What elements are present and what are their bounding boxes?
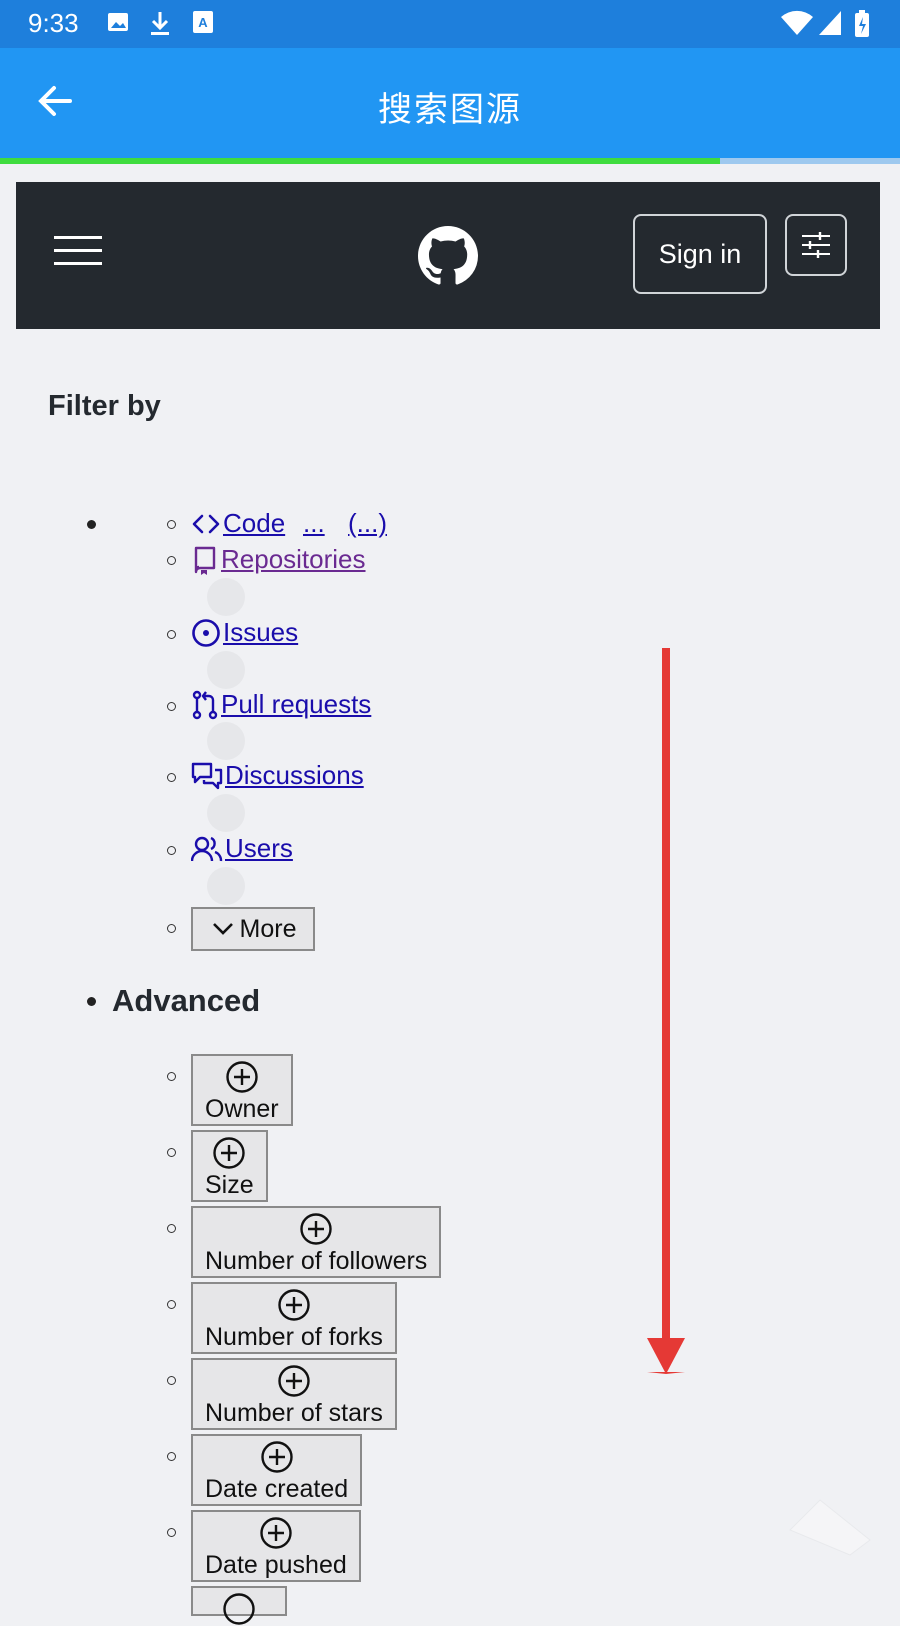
list-bullet xyxy=(167,630,176,639)
list-bullet xyxy=(167,1452,176,1461)
filter-item-label: Users xyxy=(225,833,293,863)
filter-item-label: Discussions xyxy=(225,760,364,790)
filter-item-code[interactable]: Code xyxy=(191,508,285,539)
list-bullet xyxy=(87,997,96,1006)
filter-item-issues[interactable]: Issues xyxy=(191,617,298,648)
placeholder-circle xyxy=(207,578,245,616)
qualifier-followers-button[interactable]: Number of followers xyxy=(191,1206,442,1278)
watermark-icon xyxy=(789,1499,871,1556)
placeholder-circle xyxy=(207,867,245,905)
filter-item-label: Pull requests xyxy=(221,689,372,719)
list-bullet xyxy=(167,556,176,565)
filter-item-label: Repositories xyxy=(221,544,366,574)
chevron-down-icon xyxy=(212,923,233,935)
download-icon xyxy=(151,12,169,35)
qualifier-label: Date created xyxy=(205,1475,349,1503)
qualifier-date-pushed-button[interactable]: Date pushed xyxy=(191,1510,361,1582)
people-icon xyxy=(191,836,223,861)
filter-by-heading: Filter by xyxy=(48,390,161,422)
qualifier-label: Number of forks xyxy=(205,1323,383,1351)
list-bullet xyxy=(167,846,176,855)
list-bullet xyxy=(87,520,96,529)
gallery-icon xyxy=(108,13,128,31)
page-title: 搜索图源 xyxy=(378,90,522,130)
list-bullet xyxy=(167,924,176,933)
list-bullet xyxy=(167,773,176,782)
sign-in-button[interactable]: Sign in xyxy=(633,214,767,294)
list-bullet xyxy=(167,1148,176,1157)
placeholder-circle xyxy=(207,722,245,760)
qualifier-label: Date pushed xyxy=(205,1551,347,1579)
list-bullet xyxy=(167,1072,176,1081)
filter-item-repositories[interactable]: Repositories xyxy=(191,544,366,575)
plus-circle-icon xyxy=(223,1593,255,1625)
github-logo-icon[interactable] xyxy=(418,226,478,286)
placeholder-circle xyxy=(207,794,245,832)
list-bullet xyxy=(167,1300,176,1309)
battery-icon xyxy=(855,10,869,37)
status-time: 9:33 xyxy=(28,8,79,38)
settings-button[interactable] xyxy=(785,214,847,276)
discussion-icon xyxy=(191,762,223,789)
plus-circle-icon xyxy=(226,1061,258,1093)
font-app-icon: A xyxy=(193,11,213,33)
status-bar: 9:33 A xyxy=(0,0,900,48)
wifi-icon xyxy=(781,10,813,35)
filter-item-discussions[interactable]: Discussions xyxy=(191,760,364,791)
issue-icon xyxy=(192,618,220,647)
scroll-down-arrow-icon xyxy=(647,648,685,1374)
advanced-heading: Advanced xyxy=(112,983,261,1018)
qualifier-label: Number of followers xyxy=(205,1247,428,1275)
list-bullet xyxy=(167,702,176,711)
app-bar: 搜索图源 xyxy=(0,48,900,158)
code-icon xyxy=(192,514,220,533)
list-bullet xyxy=(167,520,176,529)
code-count-ellipsis[interactable]: ... xyxy=(303,508,325,539)
plus-circle-icon xyxy=(260,1517,292,1549)
qualifier-forks-button[interactable]: Number of forks xyxy=(191,1282,397,1354)
loading-progress-fill xyxy=(0,158,720,164)
qualifier-owner-button[interactable]: Owner xyxy=(191,1054,293,1126)
pull-request-icon xyxy=(192,690,218,719)
qualifier-label: Size xyxy=(205,1171,254,1199)
plus-circle-icon xyxy=(278,1289,310,1321)
placeholder-circle xyxy=(207,651,245,689)
more-label: More xyxy=(239,914,297,943)
code-count[interactable]: (...) xyxy=(348,508,387,539)
filter-item-users[interactable]: Users xyxy=(191,833,293,864)
signal-icon xyxy=(819,11,841,35)
more-button[interactable]: More xyxy=(191,907,315,951)
qualifier-size-button[interactable]: Size xyxy=(191,1130,268,1202)
sliders-icon xyxy=(802,232,830,258)
plus-circle-icon xyxy=(260,1441,293,1473)
filter-item-pull-requests[interactable]: Pull requests xyxy=(191,689,371,720)
qualifier-stars-button[interactable]: Number of stars xyxy=(191,1358,397,1430)
github-header: Sign in xyxy=(16,182,880,329)
list-bullet xyxy=(167,1376,176,1385)
plus-circle-icon xyxy=(213,1137,246,1169)
svg-text:A: A xyxy=(198,15,208,30)
filter-item-label: Code xyxy=(223,508,286,538)
qualifier-date-created-button[interactable]: Date created xyxy=(191,1434,363,1506)
list-bullet xyxy=(167,1224,176,1233)
plus-circle-icon xyxy=(278,1365,310,1397)
list-bullet xyxy=(167,1528,176,1537)
repo-icon xyxy=(194,546,216,575)
filter-item-label: Issues xyxy=(223,617,299,647)
loading-progress xyxy=(0,158,900,164)
qualifier-label: Owner xyxy=(205,1095,279,1123)
hamburger-menu-icon[interactable] xyxy=(54,236,104,266)
qualifier-label: Number of stars xyxy=(205,1399,383,1427)
qualifier-next-button[interactable] xyxy=(191,1586,287,1625)
plus-circle-icon xyxy=(300,1213,332,1245)
